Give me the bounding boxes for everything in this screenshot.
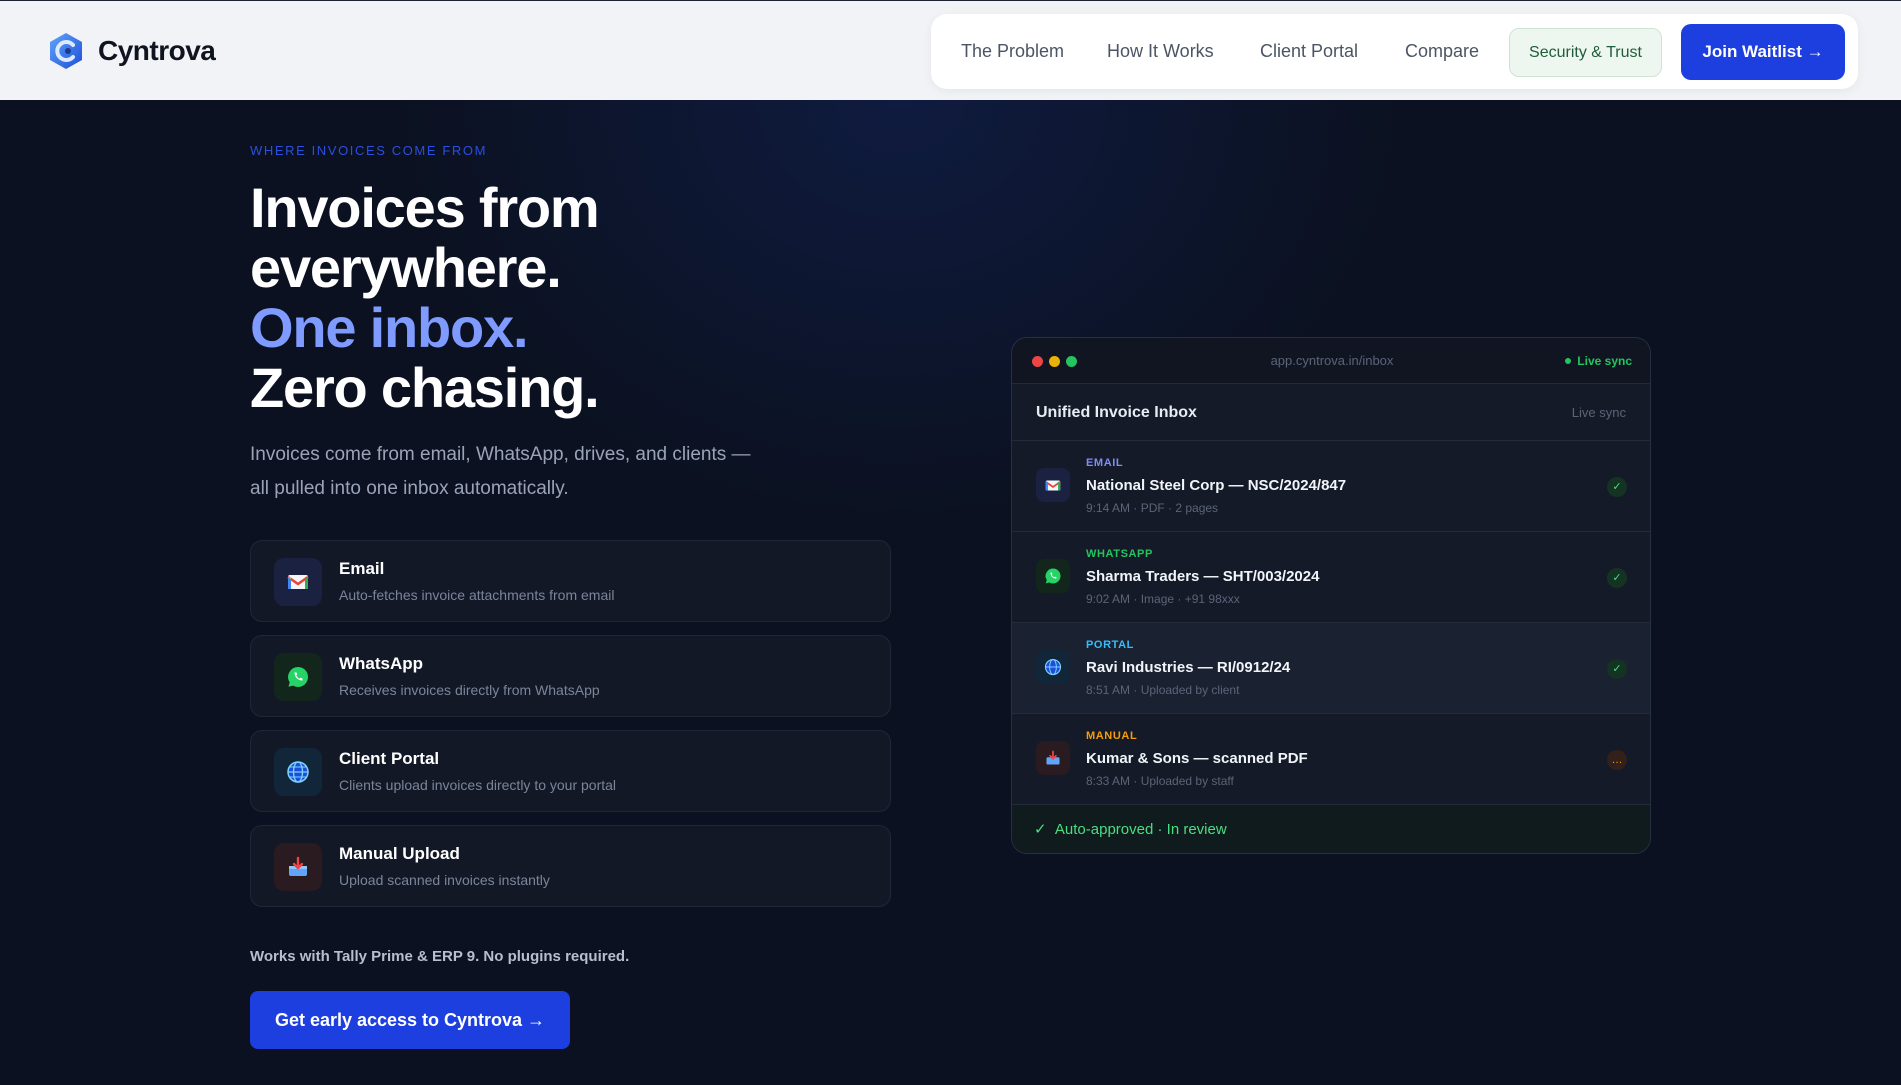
inbox-row[interactable]: MANUAL Kumar & Sons — scanned PDF 8:33 A… bbox=[1012, 714, 1650, 805]
window-url: app.cyntrova.in/inbox bbox=[1270, 353, 1394, 368]
live-sync-label: Live sync bbox=[1577, 354, 1632, 368]
gmail-icon bbox=[274, 558, 322, 606]
row-meta: 8:33 AM · Uploaded by staff bbox=[1086, 774, 1234, 788]
check-icon: ✓ bbox=[1607, 659, 1627, 679]
source-card-title: Client Portal bbox=[339, 749, 440, 768]
inbox-status-bar: ✓ Auto-approved · In review bbox=[1012, 805, 1650, 853]
join-waitlist-button[interactable]: Join Waitlist → bbox=[1681, 24, 1845, 80]
inbox-tray-icon bbox=[274, 843, 322, 891]
live-dot-icon bbox=[1565, 357, 1572, 364]
row-source-tag: PORTAL bbox=[1086, 639, 1135, 651]
brand-name: Cyntrova bbox=[98, 35, 216, 66]
pending-icon: … bbox=[1607, 750, 1627, 770]
row-meta: 9:02 AM · Image · +91 98xxx bbox=[1086, 592, 1240, 606]
row-meta: 8:51 AM · Uploaded by client bbox=[1086, 683, 1240, 697]
globe-icon bbox=[1036, 650, 1070, 684]
inbox-panel-header: Unified Invoice Inbox Live sync bbox=[1012, 384, 1650, 441]
inbox-panel-title: Unified Invoice Inbox bbox=[1036, 404, 1197, 421]
check-icon: ✓ bbox=[1607, 477, 1627, 497]
inbox-status-label: Auto-approved · In review bbox=[1054, 821, 1227, 838]
row-title: National Steel Corp — NSC/2024/847 bbox=[1086, 477, 1347, 494]
globe-icon bbox=[274, 748, 322, 796]
cyntrova-logo-icon bbox=[50, 33, 82, 69]
source-card-description: Receives invoices directly from WhatsApp bbox=[339, 682, 600, 698]
row-title: Kumar & Sons — scanned PDF bbox=[1086, 750, 1308, 767]
inbox-row[interactable]: WHATSAPP Sharma Traders — SHT/003/2024 9… bbox=[1012, 532, 1650, 623]
row-title: Sharma Traders — SHT/003/2024 bbox=[1086, 568, 1320, 585]
section-eyebrow: WHERE INVOICES COME FROM bbox=[250, 143, 488, 158]
headline-line-1: Invoices from bbox=[250, 176, 600, 239]
row-source-tag: MANUAL bbox=[1086, 730, 1138, 742]
row-source-tag: WHATSAPP bbox=[1086, 548, 1153, 560]
row-meta: 9:14 AM · PDF · 2 pages bbox=[1086, 501, 1219, 515]
whatsapp-icon bbox=[1036, 559, 1070, 593]
inbox-panel-sync: Live sync bbox=[1571, 405, 1626, 420]
source-card-description: Clients upload invoices directly to your… bbox=[339, 777, 617, 793]
inbox-row[interactable]: EMAIL National Steel Corp — NSC/2024/847… bbox=[1012, 441, 1650, 532]
inbox-tray-icon bbox=[1036, 741, 1070, 775]
nav-link-how-it-works[interactable]: How It Works bbox=[1107, 14, 1214, 89]
inbox-preview-window: app.cyntrova.in/inbox Live sync Unified … bbox=[1011, 337, 1651, 854]
source-card-whatsapp[interactable]: WhatsApp Receives invoices directly from… bbox=[250, 635, 891, 717]
window-titlebar: app.cyntrova.in/inbox Live sync bbox=[1012, 338, 1650, 384]
row-title: Ravi Industries — RI/0912/24 bbox=[1086, 659, 1291, 676]
gmail-icon bbox=[1036, 468, 1070, 502]
checkmark-icon: ✓ bbox=[1034, 821, 1047, 838]
source-card-description: Auto-fetches invoice attachments from em… bbox=[339, 587, 615, 603]
hero-headline: Invoices from everywhere. One inbox. Zer… bbox=[250, 178, 850, 418]
headline-line-2: everywhere. bbox=[250, 236, 562, 299]
inbox-row[interactable]: PORTAL Ravi Industries — RI/0912/24 8:51… bbox=[1012, 623, 1650, 714]
source-card-title: Email bbox=[339, 559, 385, 578]
row-source-tag: EMAIL bbox=[1086, 457, 1124, 469]
headline-line-4: Zero chasing. bbox=[250, 356, 600, 419]
site-header: Cyntrova The Problem How It Works Client… bbox=[0, 0, 1901, 100]
headline-line-accent: One inbox. bbox=[250, 296, 529, 359]
source-card-client-portal[interactable]: Client Portal Clients upload invoices di… bbox=[250, 730, 891, 812]
hero-subtitle: Invoices come from email, WhatsApp, driv… bbox=[250, 444, 751, 499]
source-card-title: Manual Upload bbox=[339, 844, 460, 863]
source-card-description: Upload scanned invoices instantly bbox=[339, 872, 550, 888]
compatibility-note: Works with Tally Prime & ERP 9. No plugi… bbox=[250, 948, 630, 965]
check-icon: ✓ bbox=[1607, 568, 1627, 588]
whatsapp-icon bbox=[274, 653, 322, 701]
nav-link-compare[interactable]: Compare bbox=[1405, 14, 1479, 89]
live-sync-badge: Live sync bbox=[1565, 338, 1632, 384]
nav-link-the-problem[interactable]: The Problem bbox=[961, 14, 1064, 89]
source-card-manual-upload[interactable]: Manual Upload Upload scanned invoices in… bbox=[250, 825, 891, 907]
inbox-status-text: ✓ Auto-approved · In review bbox=[1034, 805, 1227, 853]
source-card-email[interactable]: Email Auto-fetches invoice attachments f… bbox=[250, 540, 891, 622]
nav-link-client-portal[interactable]: Client Portal bbox=[1260, 14, 1358, 89]
brand-logo[interactable]: Cyntrova bbox=[46, 31, 216, 71]
source-card-list: Email Auto-fetches invoice attachments f… bbox=[250, 540, 891, 920]
security-trust-button[interactable]: Security & Trust bbox=[1509, 28, 1662, 77]
source-card-title: WhatsApp bbox=[339, 654, 424, 673]
early-access-button[interactable]: Get early access to Cyntrova → bbox=[250, 991, 570, 1049]
main-nav: The Problem How It Works Client Portal C… bbox=[931, 14, 1858, 89]
